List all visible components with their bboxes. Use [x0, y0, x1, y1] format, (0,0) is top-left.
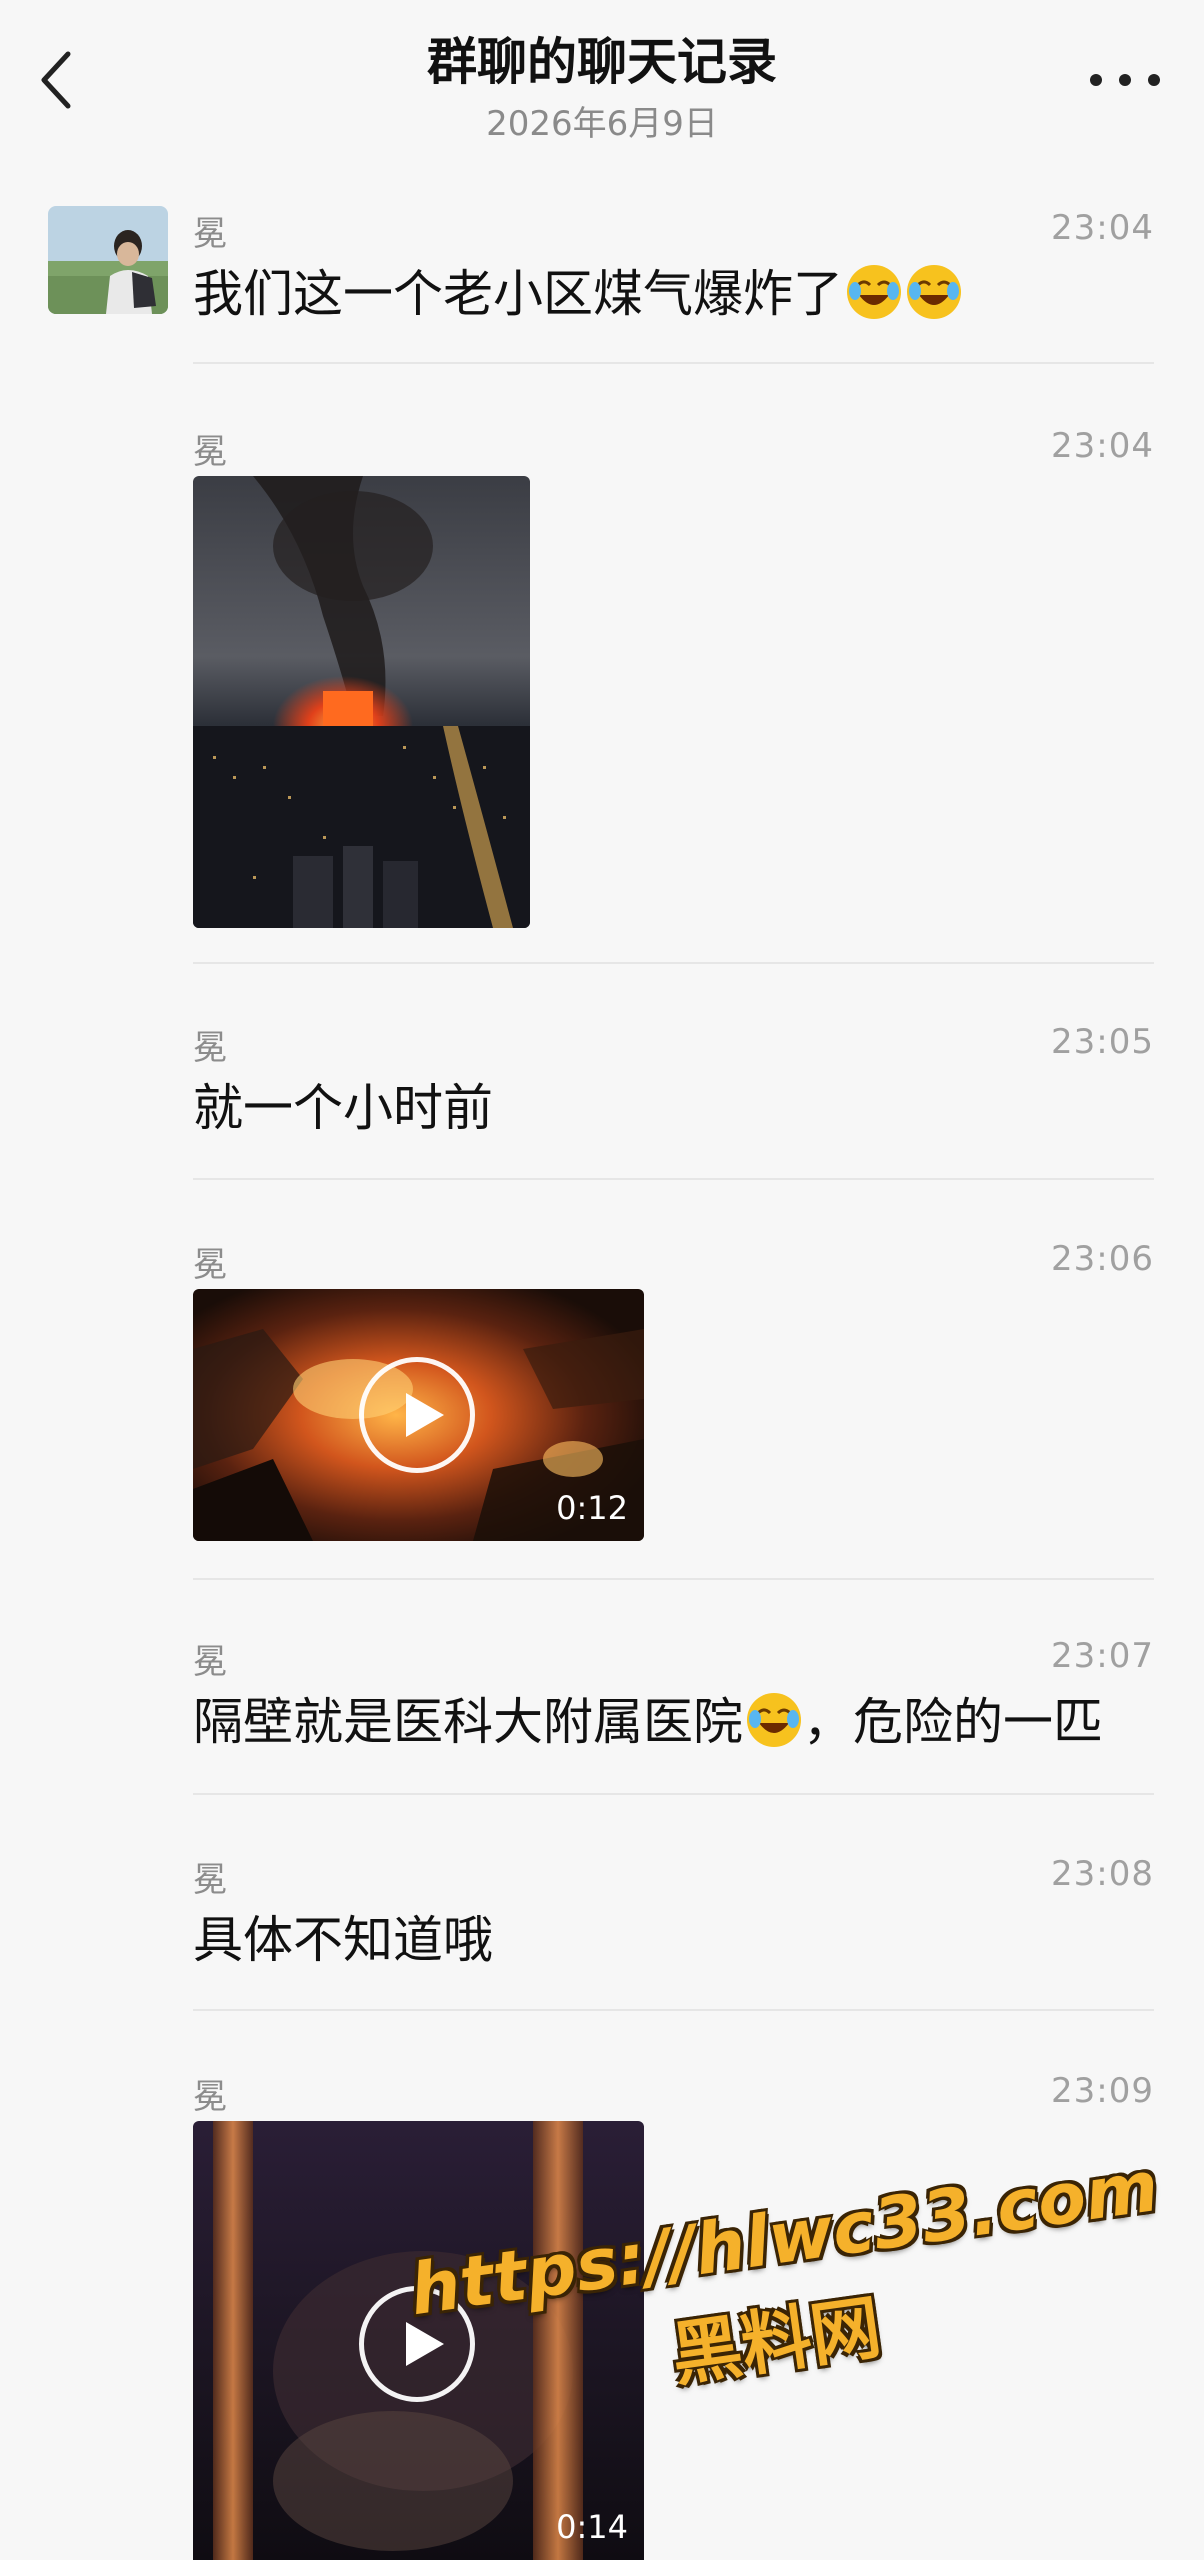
message-time: 23:04: [1051, 208, 1154, 248]
more-options-button[interactable]: [1090, 60, 1160, 100]
divider: [193, 2009, 1154, 2011]
message-time: 23:05: [1051, 1022, 1154, 1062]
crying-laughing-emoji-icon: [747, 1693, 801, 1747]
fire-photo-image[interactable]: [193, 476, 530, 928]
message-time: 23:04: [1051, 426, 1154, 466]
ellipsis-dot: [1119, 74, 1131, 86]
message-text-part: 隔壁就是医科大附属医院: [193, 1693, 743, 1751]
message-time: 23:07: [1051, 1636, 1154, 1676]
ellipsis-dot: [1148, 74, 1160, 86]
video-duration: 0:12: [556, 1489, 628, 1527]
sender-name: 冕: [193, 2077, 227, 2117]
message-item: 冕 23:06 0:12: [0, 1237, 1204, 1557]
message-time: 23:09: [1051, 2071, 1154, 2111]
chat-date: 2026年6月9日: [486, 104, 718, 144]
sender-name: 冕: [193, 1860, 227, 1900]
sender-name: 冕: [193, 214, 227, 254]
message-text-part: ，危险的一匹: [803, 1693, 1103, 1751]
divider: [193, 1178, 1154, 1180]
sender-name: 冕: [193, 1245, 227, 1285]
message-text: 我们这一个老小区煤气爆炸了: [193, 254, 963, 326]
message-item: 冕 23:04: [0, 424, 1204, 964]
divider: [193, 362, 1154, 364]
message-time: 23:08: [1051, 1854, 1154, 1894]
message-text: 就一个小时前: [193, 1079, 493, 1137]
page-title: 群聊的聊天记录: [427, 33, 777, 91]
crying-laughing-emoji-icon: [907, 265, 961, 319]
message-item: 冕 23:07 隔壁就是医科大附属医院 ，危险的一匹: [0, 1634, 1204, 1774]
avatar[interactable]: [48, 206, 168, 314]
sender-name: 冕: [193, 1028, 227, 1068]
divider: [193, 1793, 1154, 1795]
divider: [193, 1578, 1154, 1580]
message-text-content: 我们这一个老小区煤气爆炸了: [193, 265, 843, 323]
message-item: 冕 23:08 具体不知道哦: [0, 1852, 1204, 1992]
message-time: 23:06: [1051, 1239, 1154, 1279]
message-item: 冕 23:04 我们这一个老小区煤气爆炸了: [0, 206, 1204, 366]
video-duration: 0:14: [556, 2508, 628, 2546]
video-thumbnail[interactable]: 0:12: [193, 1289, 644, 1541]
message-text: 具体不知道哦: [193, 1911, 493, 1969]
message-text: 隔壁就是医科大附属医院 ，危险的一匹: [193, 1682, 1103, 1754]
divider: [193, 962, 1154, 964]
sender-name: 冕: [193, 1642, 227, 1682]
sender-name: 冕: [193, 432, 227, 472]
chat-history-header: 群聊的聊天记录 2026年6月9日: [0, 0, 1204, 170]
ellipsis-icon: [1090, 74, 1102, 86]
play-icon[interactable]: [359, 1357, 475, 1473]
crying-laughing-emoji-icon: [847, 265, 901, 319]
message-item: 冕 23:05 就一个小时前: [0, 1020, 1204, 1160]
